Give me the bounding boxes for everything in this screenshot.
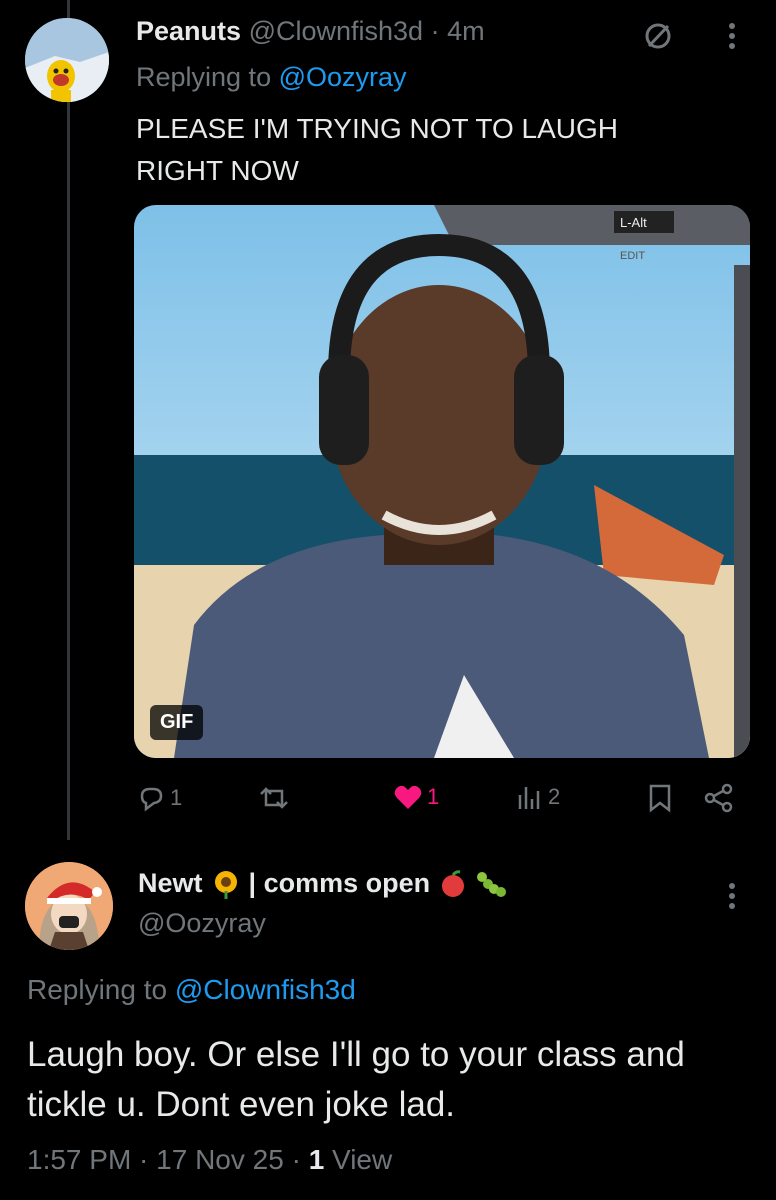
avatar-image [25, 862, 113, 950]
replying-to: Replying to @Clownfish3d [27, 974, 356, 1006]
avatar-newt[interactable] [25, 862, 113, 950]
muted-circle-slash-icon[interactable] [640, 18, 676, 54]
separator: · [430, 16, 440, 46]
timestamp[interactable]: 4m [447, 16, 485, 46]
views-button[interactable]: 2 [516, 783, 560, 811]
overlay-edit-label: EDIT [620, 250, 645, 262]
views-label[interactable]: View [324, 1144, 392, 1175]
repost-icon [258, 783, 290, 813]
like-button[interactable]: 1 [393, 783, 439, 811]
analytics-bars-icon [516, 783, 544, 811]
reply-count: 1 [170, 785, 183, 810]
more-options-icon[interactable] [726, 20, 738, 52]
replying-to-handle[interactable]: @Oozyray [279, 62, 407, 92]
more-options-icon[interactable] [726, 880, 738, 912]
replying-to-prefix: Replying to [136, 62, 279, 92]
tweet1-header: Peanuts @Clownfish3d · 4m [136, 16, 485, 47]
reply-button[interactable]: 1 [136, 783, 182, 813]
views-count[interactable]: 1 [309, 1144, 325, 1175]
share-button[interactable] [703, 783, 735, 813]
share-nodes-icon [703, 783, 735, 813]
bookmark-icon [648, 783, 672, 813]
gif-media[interactable]: L-Alt EDIT GIF [134, 205, 750, 758]
tweet2-handle[interactable]: @Oozyray [138, 908, 266, 939]
sunflower-emoji-icon [211, 869, 241, 899]
overlay-key-label: L-Alt [620, 215, 647, 230]
replying-to-handle[interactable]: @Clownfish3d [175, 974, 356, 1005]
like-count: 1 [427, 784, 440, 809]
avatar-peanuts[interactable] [25, 18, 109, 102]
tweet2-name-row: Newt | comms open [138, 868, 510, 899]
repost-button[interactable] [258, 783, 294, 813]
apple-emoji-icon [438, 869, 468, 899]
avatar-image [25, 18, 109, 102]
thread-connector-line [67, 0, 70, 840]
tweet1-body: PLEASE I'M TRYING NOT TO LAUGH RIGHT NOW [136, 113, 619, 186]
gif-badge: GIF [150, 705, 204, 740]
display-name[interactable]: Newt [138, 868, 203, 899]
gif-frame-image: L-Alt EDIT [134, 205, 750, 758]
name-suffix[interactable]: | comms open [249, 868, 431, 899]
tweet2-body: Laugh boy. Or else I'll go to your class… [27, 1035, 685, 1124]
views-count: 2 [548, 784, 561, 809]
replying-to: Replying to @Oozyray [136, 62, 407, 93]
replying-to-prefix: Replying to [27, 974, 175, 1005]
display-name[interactable]: Peanuts [136, 16, 241, 46]
timestamp[interactable]: 1:57 PM · 17 Nov 25 · [27, 1144, 309, 1175]
heart-filled-icon [393, 783, 423, 811]
tweet2-meta: 1:57 PM · 17 Nov 25 · 1 View [27, 1144, 392, 1176]
caterpillar-emoji-icon [476, 869, 510, 899]
handle[interactable]: @Clownfish3d [249, 16, 424, 46]
reply-icon [136, 783, 166, 813]
handle[interactable]: @Oozyray [138, 908, 266, 938]
bookmark-button[interactable] [648, 783, 672, 813]
